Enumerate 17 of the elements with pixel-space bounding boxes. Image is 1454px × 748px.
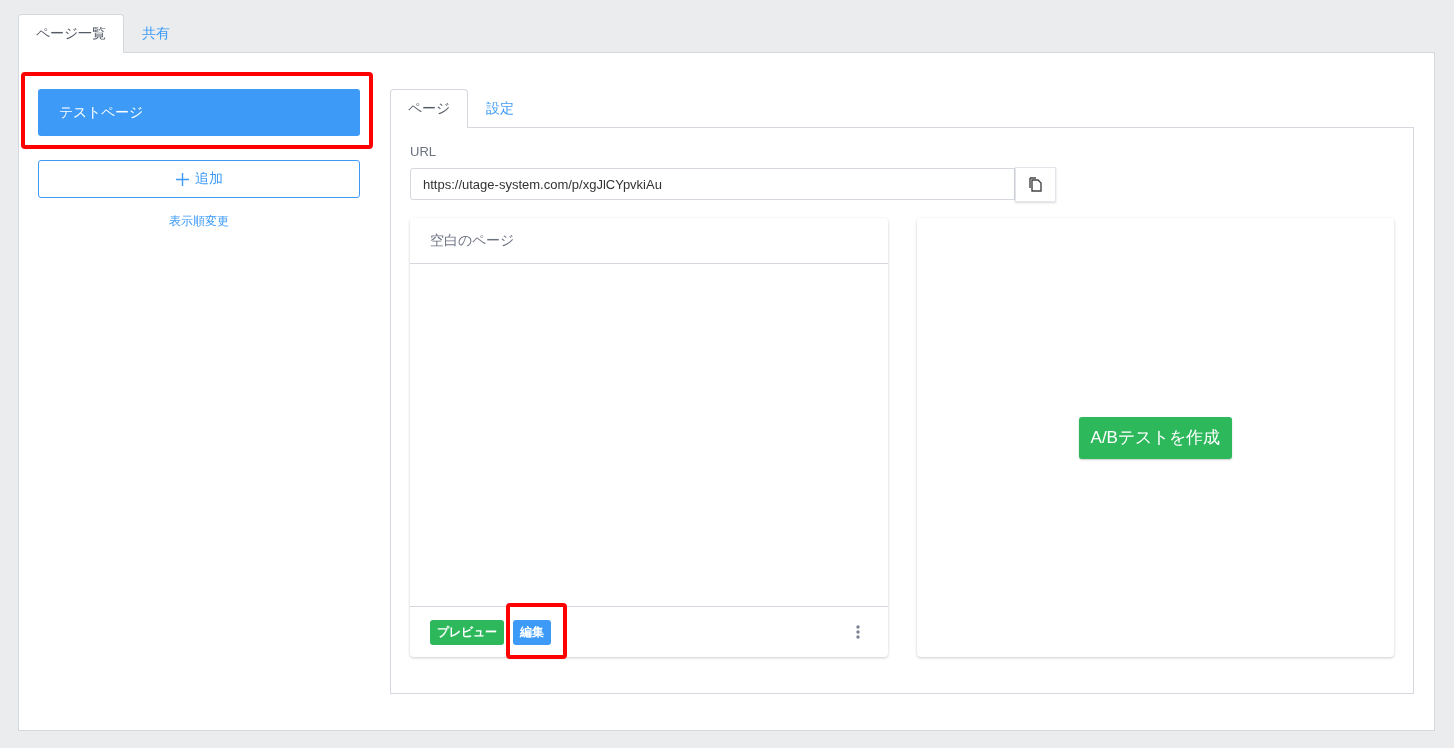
url-field[interactable]: https://utage-system.com/p/xgJlCYpvkiAu xyxy=(410,168,1015,200)
copy-button[interactable] xyxy=(1015,167,1056,202)
page-list-item[interactable]: テストページ xyxy=(38,89,360,136)
card-title: 空白のページ xyxy=(410,218,888,264)
reorder-link[interactable]: 表示順変更 xyxy=(169,213,229,230)
more-icon[interactable] xyxy=(855,625,860,639)
tab[interactable]: 設定 xyxy=(468,89,532,128)
plus-icon xyxy=(175,172,189,186)
tab[interactable]: ページ xyxy=(390,89,468,128)
edit-button[interactable]: 編集 xyxy=(513,619,551,645)
tab[interactable]: 共有 xyxy=(124,14,188,53)
tab[interactable]: ページ一覧 xyxy=(18,14,124,53)
field-label: URL xyxy=(410,144,437,159)
add-button[interactable]: 追加 xyxy=(38,160,360,198)
copy-icon xyxy=(1029,177,1042,192)
create-ab-test-button[interactable]: A/Bテストを作成 xyxy=(1078,416,1232,459)
preview-button[interactable]: プレビュー xyxy=(430,619,504,645)
